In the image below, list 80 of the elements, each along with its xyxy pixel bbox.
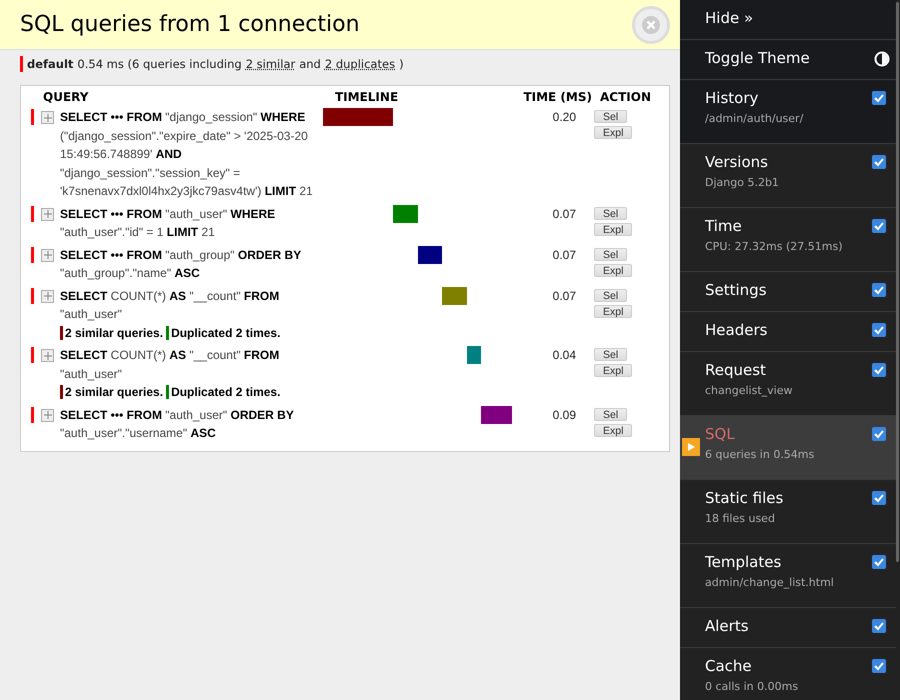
expand-button[interactable] — [41, 208, 54, 220]
sql-query: SELECT ••• FROM "django_session" WHERE ("django_session"."expire_date" > '2025-03-20 15:49:56.748899' AND "django_session"."session_key" = 'k7snenavx7dxl0l4hx2y3jkc79asv4tw') LIMIT 21 — [60, 110, 313, 198]
select-button[interactable]: Sel — [594, 110, 628, 123]
query-note: Duplicated 2 times. — [171, 384, 280, 401]
query-time: 0.20 — [552, 109, 576, 126]
select-button[interactable]: Sel — [594, 206, 628, 220]
query-marker — [31, 206, 34, 222]
plus-icon — [44, 114, 52, 122]
plus-icon — [44, 292, 52, 300]
explain-button[interactable]: Expl — [594, 364, 632, 377]
query-marker — [31, 347, 34, 363]
select-button[interactable]: Sel — [594, 348, 628, 361]
query-note: Duplicated 2 times. — [171, 324, 280, 342]
query-marker — [31, 246, 34, 262]
explain-button[interactable]: Expl — [594, 424, 632, 436]
select-button[interactable]: Sel — [594, 408, 628, 420]
sql-query: SELECT COUNT(*) AS "__count" FROM "auth_user" — [60, 348, 280, 380]
hide-link[interactable]: Hide » — [680, 0, 896, 40]
sql-query: SELECT ••• FROM "auth_group" ORDER BY "auth_group"."name" ASC — [60, 248, 302, 280]
panel-checkbox[interactable] — [872, 427, 886, 441]
expand-button[interactable] — [41, 408, 54, 422]
explain-button[interactable]: Expl — [594, 304, 632, 318]
close-icon — [641, 14, 661, 34]
query-time: 0.09 — [552, 406, 576, 424]
play-icon — [682, 438, 700, 456]
explain-button[interactable]: Expl — [594, 222, 632, 236]
query-note: 2 similar queries. — [65, 324, 164, 342]
sql-query: SELECT COUNT(*) AS "__count" FROM "auth_user" — [60, 288, 280, 321]
duplicates-link[interactable]: 2 duplicates — [324, 57, 396, 71]
plus-icon — [44, 210, 52, 218]
column-header: QUERY — [42, 90, 90, 104]
summary-text: ) — [399, 57, 404, 71]
plus-icon — [44, 352, 52, 360]
panel-title: SQL queries from 1 connection — [20, 12, 360, 37]
column-header: TIMELINE — [335, 90, 400, 104]
theme-icon — [874, 51, 890, 67]
explain-button[interactable]: Expl — [594, 264, 632, 276]
panel-item[interactable]: History /admin/auth/user/ — [680, 80, 896, 144]
panel-checkbox[interactable] — [872, 155, 886, 169]
query-marker — [31, 406, 34, 422]
panel-checkbox[interactable] — [872, 555, 886, 569]
explain-button[interactable]: Expl — [594, 126, 632, 139]
panel-item[interactable]: Alerts — [680, 608, 896, 648]
panel-checkbox[interactable] — [872, 283, 886, 297]
toggle-theme-button[interactable]: Toggle Theme — [680, 40, 896, 80]
expand-button[interactable] — [41, 111, 54, 124]
panel-item[interactable]: Templates admin/change_list.html — [680, 544, 896, 608]
summary-text: and — [299, 57, 321, 71]
panel-item[interactable]: Cache 0 calls in 0.00ms — [680, 648, 896, 700]
query-time: 0.07 — [552, 288, 576, 304]
connection-alias: default — [27, 57, 74, 71]
expand-button[interactable] — [41, 248, 54, 262]
plus-icon — [44, 411, 52, 419]
panel-checkbox[interactable] — [872, 219, 886, 233]
panel-checkbox[interactable] — [872, 91, 886, 105]
select-button[interactable]: Sel — [594, 248, 628, 260]
column-header: TIME (MS) — [522, 90, 592, 104]
column-header: ACTION — [600, 90, 651, 104]
panel-checkbox[interactable] — [872, 659, 886, 673]
sql-query: SELECT ••• FROM "auth_user" ORDER BY "auth_user"."username" ASC — [60, 408, 294, 440]
query-time: 0.04 — [552, 347, 576, 364]
panel-checkbox[interactable] — [872, 323, 886, 337]
query-time: 0.07 — [552, 246, 576, 264]
query-marker — [31, 288, 34, 304]
plus-icon — [44, 251, 52, 259]
query-note: 2 similar queries. — [65, 384, 164, 401]
summary-text: 0.54 ms (6 queries including — [77, 57, 242, 71]
query-marker — [31, 109, 34, 125]
select-button[interactable]: Sel — [594, 288, 628, 302]
panel-item[interactable]: Settings — [680, 272, 896, 312]
panel-checkbox[interactable] — [872, 491, 886, 505]
panel-item[interactable]: Headers — [680, 312, 896, 352]
panel-checkbox[interactable] — [872, 363, 886, 377]
expand-button[interactable] — [41, 349, 54, 362]
sql-query: SELECT ••• FROM "auth_user" WHERE "auth_user"."id" = 1 LIMIT 21 — [60, 206, 276, 239]
panel-item[interactable]: SQL 6 queries in 0.54ms — [680, 416, 896, 480]
query-time: 0.07 — [552, 206, 576, 222]
panel-checkbox[interactable] — [872, 619, 886, 633]
similar-link[interactable]: 2 similar — [246, 57, 296, 71]
expand-button[interactable] — [41, 290, 54, 302]
